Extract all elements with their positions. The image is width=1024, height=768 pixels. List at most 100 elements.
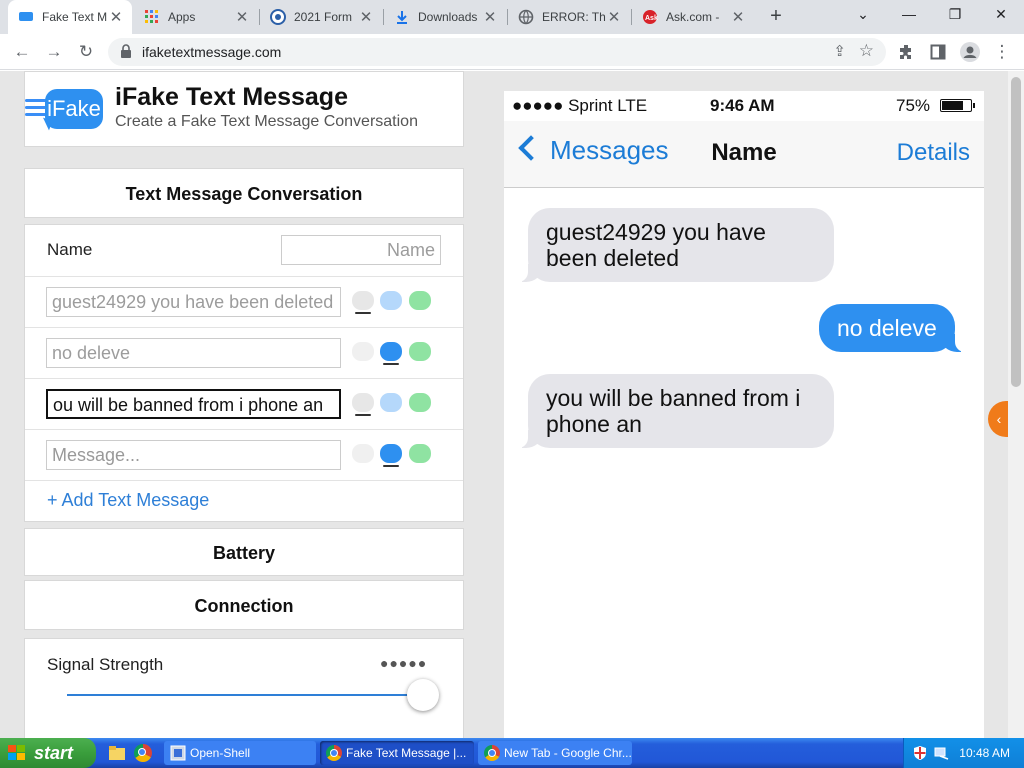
gray-bubble-option[interactable] [352, 393, 374, 416]
close-icon[interactable]: ✕ [358, 8, 374, 26]
window-close-icon[interactable]: ✕ [978, 0, 1024, 30]
chrome-icon [326, 745, 342, 761]
battery-section-header[interactable]: Battery [24, 528, 464, 576]
reload-icon[interactable]: ↻ [74, 40, 98, 64]
message-input[interactable]: guest24929 you have been deleted [46, 287, 341, 317]
page-content: iFake iFake Text Message Create a Fake T… [0, 71, 1024, 738]
ask-icon: Ask [643, 10, 658, 24]
profile-avatar-icon[interactable] [958, 40, 982, 64]
tab-title: ERROR: The [542, 10, 606, 24]
tray-clock[interactable]: 10:48 AM [959, 746, 1010, 760]
green-bubble-option[interactable] [409, 342, 431, 361]
download-icon [397, 11, 407, 24]
gray-bubble-option[interactable] [352, 342, 374, 361]
message-bubble-received: guest24929 you have been deleted [518, 208, 834, 282]
name-input[interactable]: Name [281, 235, 441, 265]
minimize-icon[interactable]: — [886, 0, 932, 30]
tab-apps[interactable]: Apps ✕ [134, 0, 258, 34]
name-row: Name Name [25, 225, 463, 277]
start-label: start [34, 743, 74, 763]
task-label: Fake Text Message |... [346, 746, 467, 760]
phone-time: 9:46 AM [710, 96, 775, 115]
add-row: + Add Text Message [25, 481, 463, 523]
security-shield-icon[interactable] [912, 745, 928, 761]
tab-search-chevron-icon[interactable]: ⌄ [840, 0, 886, 30]
tab-error[interactable]: ERROR: The ✕ [508, 0, 630, 34]
chrome-quicklaunch-icon[interactable] [134, 744, 152, 762]
network-icon[interactable] [934, 746, 950, 760]
tab-title: Apps [168, 10, 196, 24]
seal-icon [270, 9, 286, 25]
message-row: no deleve [25, 328, 463, 379]
windows-flag-icon [8, 745, 26, 761]
app-subtitle: Create a Fake Text Message Conversation [115, 113, 418, 130]
back-arrow-icon[interactable]: ← [10, 40, 34, 64]
green-bubble-option[interactable] [409, 291, 431, 310]
tab-downloads[interactable]: Downloads ✕ [384, 0, 506, 34]
close-icon[interactable]: ✕ [108, 8, 124, 26]
signal-slider-handle[interactable] [407, 679, 439, 711]
new-message-input[interactable]: Message... [46, 440, 341, 470]
open-shell-icon [170, 745, 186, 761]
side-collapse-tab[interactable]: ‹ [988, 401, 1010, 437]
phone-status-bar: ●●●●● Sprint LTE 9:46 AM 75% [504, 91, 984, 121]
logo[interactable]: iFake [45, 89, 103, 129]
message-bubble-received: you will be banned from i phone an [518, 374, 834, 448]
share-icon[interactable]: ⇪ [833, 42, 846, 60]
signal-dots: ●●●●● [380, 655, 428, 671]
browser-toolbar: ← → ↻ ifaketextmessage.com ⇪ ☆ ⋮ [0, 34, 1024, 70]
chrome-icon [484, 745, 500, 761]
close-icon[interactable]: ✕ [730, 8, 746, 26]
tab-title: Ask.com - [666, 10, 720, 24]
blue-bubble-option[interactable] [380, 444, 402, 467]
new-tab-button[interactable]: + [765, 6, 787, 28]
forward-arrow-icon[interactable]: → [42, 40, 66, 64]
tab-fake-text[interactable]: Fake Text M ✕ [8, 0, 132, 34]
blue-bubble-option[interactable] [380, 393, 402, 412]
side-panel-icon[interactable] [926, 40, 950, 64]
message-input[interactable]: no deleve [46, 338, 341, 368]
brand-header: iFake iFake Text Message Create a Fake T… [24, 71, 464, 147]
close-icon[interactable]: ✕ [606, 8, 622, 26]
message-input[interactable]: ou will be banned from i phone an [46, 389, 341, 419]
green-bubble-option[interactable] [409, 393, 431, 412]
close-icon[interactable]: ✕ [234, 8, 250, 26]
task-label: New Tab - Google Chr... [504, 746, 632, 760]
conversation-form: Name Name guest24929 you have been delet… [24, 224, 464, 522]
tab-title: Fake Text M [42, 10, 108, 24]
phone-preview: ●●●●● Sprint LTE 9:46 AM 75% Messages Na… [504, 91, 984, 738]
blue-bubble-option[interactable] [380, 342, 402, 365]
restore-icon[interactable]: ❐ [932, 0, 978, 30]
battery-icon [940, 99, 975, 112]
conversation-section-header[interactable]: Text Message Conversation [24, 168, 464, 218]
globe-icon [518, 9, 534, 25]
taskbar: start Open-Shell Fake Text Message |... … [0, 738, 1024, 768]
menu-kebab-icon[interactable]: ⋮ [990, 40, 1014, 64]
message-row: ou will be banned from i phone an [25, 379, 463, 430]
green-bubble-option[interactable] [409, 444, 431, 463]
explorer-icon[interactable] [108, 744, 126, 762]
scrollbar-thumb[interactable] [1011, 77, 1021, 387]
blue-bubble-option[interactable] [380, 291, 402, 310]
tab-2021-form[interactable]: 2021 Form ✕ [260, 0, 382, 34]
page-scrollbar[interactable] [1008, 71, 1024, 738]
app-title: iFake Text Message [115, 83, 348, 111]
gray-bubble-option[interactable] [352, 444, 374, 463]
start-button[interactable]: start [0, 738, 96, 768]
address-bar[interactable]: ifaketextmessage.com ⇪ ☆ [108, 38, 886, 66]
add-text-message-link[interactable]: + Add Text Message [47, 490, 209, 511]
details-button[interactable]: Details [897, 139, 970, 167]
signal-slider-track[interactable] [67, 694, 421, 696]
message-bubble-sent: no deleve [819, 304, 965, 352]
connection-section-header[interactable]: Connection [24, 580, 464, 630]
task-open-shell[interactable]: Open-Shell [164, 741, 316, 765]
url-text[interactable]: ifaketextmessage.com [142, 44, 281, 60]
task-fake-text-message[interactable]: Fake Text Message |... [320, 741, 474, 765]
tab-ask[interactable]: Ask Ask.com - ✕ [632, 0, 754, 34]
gray-bubble-option[interactable] [352, 291, 374, 314]
close-icon[interactable]: ✕ [482, 8, 498, 26]
extensions-icon[interactable] [894, 40, 918, 64]
task-new-tab[interactable]: New Tab - Google Chr... [478, 741, 632, 765]
bookmark-star-icon[interactable]: ☆ [859, 41, 874, 61]
battery-percent: 75% [896, 96, 931, 115]
